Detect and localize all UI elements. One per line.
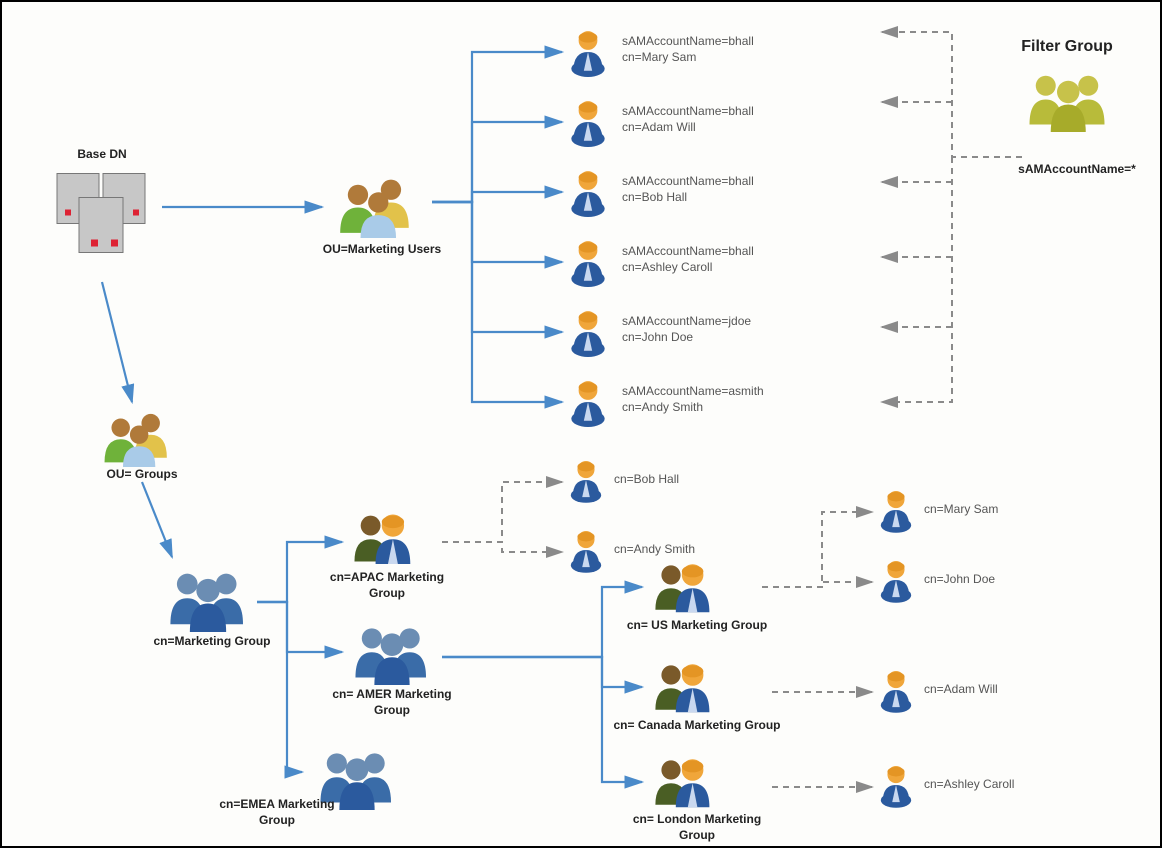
london-group-label: cn= London Marketing Group xyxy=(617,812,777,843)
member-ashley-label: cn=Ashley Caroll xyxy=(924,777,1064,793)
user-john-doe-icon xyxy=(567,307,609,362)
emea-group-label: cn=EMEA Marketing Group xyxy=(212,797,342,828)
member-andy-icon xyxy=(567,527,605,578)
user-andy-smith-sam: sAMAccountName=asmith xyxy=(622,384,764,398)
user-bob-hall-label: sAMAccountName=bhall cn=Bob Hall xyxy=(622,174,792,205)
us-group-icon xyxy=(647,557,719,622)
user-adam-will-cn: cn=Adam Will xyxy=(622,120,696,134)
user-john-doe-label: sAMAccountName=jdoe cn=John Doe xyxy=(622,314,792,345)
apac-group-icon xyxy=(347,507,419,574)
member-andy-label: cn=Andy Smith xyxy=(614,542,734,558)
user-mary-sam-cn: cn=Mary Sam xyxy=(622,50,696,64)
ou-marketing-users-icon xyxy=(332,172,422,243)
filter-group-icon xyxy=(1022,62,1117,137)
user-bob-hall-icon xyxy=(567,167,609,222)
member-adam-icon xyxy=(877,667,915,718)
user-andy-smith-label: sAMAccountName=asmith cn=Andy Smith xyxy=(622,384,792,415)
member-ashley-icon xyxy=(877,762,915,813)
apac-group-label: cn=APAC Marketing Group xyxy=(327,570,447,601)
user-ashley-caroll-icon xyxy=(567,237,609,292)
amer-group-icon xyxy=(347,617,437,690)
marketing-group-icon xyxy=(162,562,254,637)
canada-group-icon xyxy=(647,657,719,722)
member-john-icon xyxy=(877,557,915,608)
member-mary-icon xyxy=(877,487,915,538)
base-dn-label: Base DN xyxy=(57,147,147,163)
user-andy-smith-cn: cn=Andy Smith xyxy=(622,400,703,414)
user-adam-will-label: sAMAccountName=bhall cn=Adam Will xyxy=(622,104,792,135)
user-mary-sam-label: sAMAccountName=bhall cn=Mary Sam xyxy=(622,34,792,65)
user-bob-hall-cn: cn=Bob Hall xyxy=(622,190,687,204)
member-bob-icon xyxy=(567,457,605,508)
canada-group-label: cn= Canada Marketing Group xyxy=(612,718,782,734)
filter-group-title: Filter Group xyxy=(1012,37,1122,58)
user-ashley-caroll-label: sAMAccountName=bhall cn=Ashley Caroll xyxy=(622,244,792,275)
london-group-icon xyxy=(647,752,719,817)
member-john-label: cn=John Doe xyxy=(924,572,1044,588)
ou-groups-label: OU= Groups xyxy=(97,467,187,483)
member-mary-label: cn=Mary Sam xyxy=(924,502,1044,518)
ou-groups-icon xyxy=(97,407,179,472)
diagram-canvas: Base DN OU=Marketing Users OU= Groups sA… xyxy=(0,0,1162,848)
user-ashley-caroll-cn: cn=Ashley Caroll xyxy=(622,260,712,274)
user-mary-sam-icon xyxy=(567,27,609,82)
base-dn-icon xyxy=(47,167,157,267)
amer-group-label: cn= AMER Marketing Group xyxy=(327,687,457,718)
user-mary-sam-sam: sAMAccountName=bhall xyxy=(622,34,754,48)
member-adam-label: cn=Adam Will xyxy=(924,682,1044,698)
user-andy-smith-icon xyxy=(567,377,609,432)
filter-group-filter: sAMAccountName=* xyxy=(1002,162,1152,178)
marketing-group-label: cn=Marketing Group xyxy=(147,634,277,650)
user-ashley-caroll-sam: sAMAccountName=bhall xyxy=(622,244,754,258)
member-bob-label: cn=Bob Hall xyxy=(614,472,734,488)
user-john-doe-sam: sAMAccountName=jdoe xyxy=(622,314,751,328)
us-group-label: cn= US Marketing Group xyxy=(622,618,772,634)
ou-marketing-users-label: OU=Marketing Users xyxy=(317,242,447,258)
user-adam-will-icon xyxy=(567,97,609,152)
user-bob-hall-sam: sAMAccountName=bhall xyxy=(622,174,754,188)
user-john-doe-cn: cn=John Doe xyxy=(622,330,693,344)
user-adam-will-sam: sAMAccountName=bhall xyxy=(622,104,754,118)
